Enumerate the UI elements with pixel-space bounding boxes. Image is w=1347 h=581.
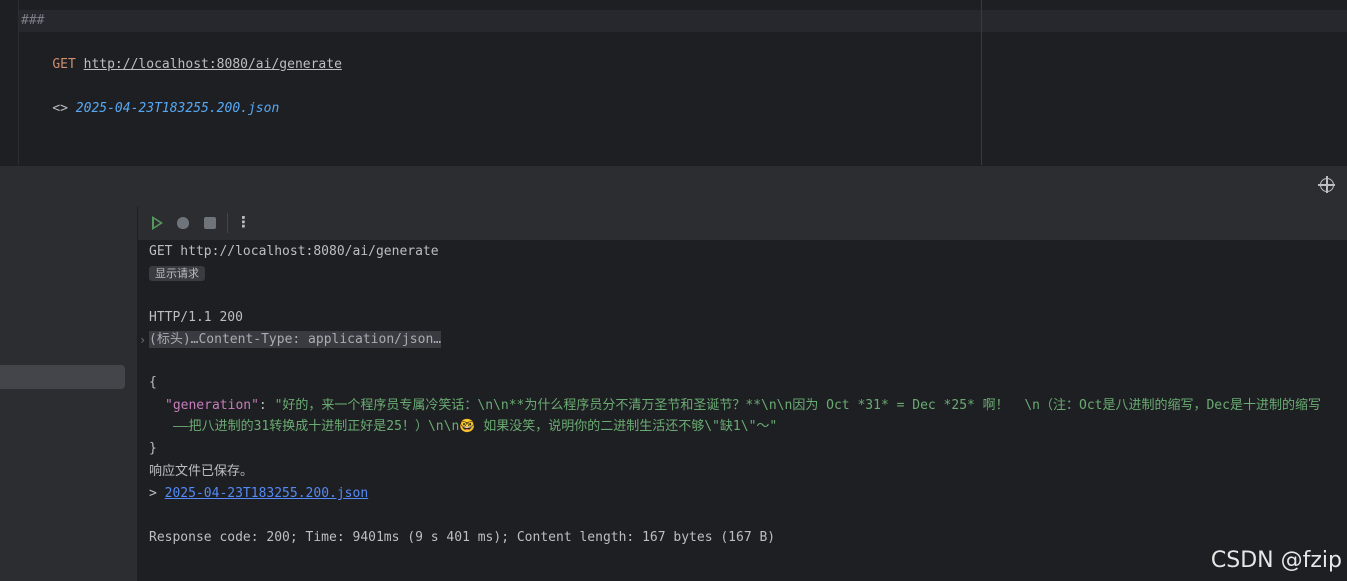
- response-console[interactable]: GET http://localhost:8080/ai/generate 显示…: [138, 240, 1347, 581]
- caret-line-highlight: [19, 10, 981, 32]
- right-margin-guide: [981, 0, 982, 165]
- json-line-generation: "generation": "好的，来一个程序员专属冷笑话：\n\n**为什么程…: [165, 395, 1321, 417]
- crosshair-icon[interactable]: [1318, 176, 1335, 193]
- show-request-button[interactable]: 显示请求: [149, 266, 205, 281]
- stop-icon[interactable]: [204, 217, 216, 229]
- http-method: GET: [52, 57, 76, 72]
- bug-icon[interactable]: [177, 217, 189, 229]
- watermark: CSDN @fzip: [1210, 548, 1342, 573]
- play-icon-inner: [154, 219, 160, 227]
- headers-fold[interactable]: (标头)…Content-Type: application/json…: [149, 329, 442, 351]
- editor-gutter: [0, 0, 19, 165]
- status-line: HTTP/1.1 200: [149, 310, 243, 325]
- saved-file-link[interactable]: 2025-04-23T183255.200.json: [165, 486, 369, 501]
- more-vertical-icon[interactable]: ⋮: [236, 212, 251, 232]
- response-summary: Response code: 200; Time: 9401ms (9 s 40…: [149, 530, 776, 545]
- saved-message: 响应文件已保存。: [149, 464, 254, 479]
- saved-prefix: >: [149, 486, 165, 501]
- json-brace-close: }: [149, 441, 157, 456]
- services-tool-window-header: [0, 165, 1347, 207]
- headers-folded-text[interactable]: (标头)…Content-Type: application/json…: [149, 331, 442, 348]
- response-ref-prefix: <>: [52, 101, 68, 116]
- caret-line-highlight-right: [982, 10, 1347, 32]
- json-colon: :: [258, 398, 275, 413]
- json-key: "generation": [165, 398, 259, 413]
- toolbar-divider: [227, 213, 228, 233]
- json-value-part2: ——把八进制的31转换成十进制正好是25！）\n\n🤓 如果没笑，说明你的二进制…: [173, 419, 778, 434]
- selected-tree-item[interactable]: [0, 365, 125, 389]
- chevron-right-icon[interactable]: ›: [139, 329, 146, 351]
- console-request-line: GET http://localhost:8080/ai/generate: [149, 244, 439, 259]
- response-reference[interactable]: <> 2025-04-23T183255.200.json: [21, 76, 279, 142]
- request-separator: ###: [21, 13, 45, 28]
- run-toolbar: ⋮: [138, 206, 1347, 240]
- json-brace-open: {: [149, 375, 157, 390]
- saved-file-line: > 2025-04-23T183255.200.json: [149, 483, 368, 505]
- response-ref-file[interactable]: 2025-04-23T183255.200.json: [76, 101, 280, 116]
- services-tree-panel[interactable]: [0, 206, 138, 581]
- http-request-editor[interactable]: ### GET http://localhost:8080/ai/generat…: [0, 0, 1347, 165]
- request-url-link[interactable]: http://localhost:8080/ai/generate: [84, 57, 342, 72]
- json-value-part1: "好的，来一个程序员专属冷笑话：\n\n**为什么程序员分不清万圣节和圣诞节？*…: [274, 398, 1321, 413]
